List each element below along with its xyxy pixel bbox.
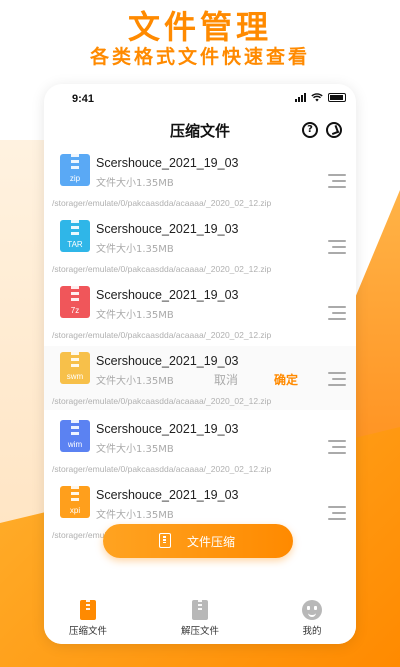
- hero-subtitle: 各类格式文件快速查看: [89, 46, 310, 68]
- status-time: 9:41: [72, 93, 95, 105]
- tab-label: 解压文件: [180, 626, 219, 637]
- battery-icon: [328, 93, 346, 102]
- status-bar: 9:41: [44, 84, 356, 112]
- signal-icon: [295, 93, 306, 102]
- file-size: 文件大小1.35MB: [96, 376, 174, 387]
- file-ext: xpi: [69, 506, 81, 515]
- profile-icon: [302, 600, 322, 620]
- file-size: 文件大小1.35MB: [96, 310, 174, 321]
- file-ext: wim: [67, 440, 83, 449]
- swm-file-icon: swm: [60, 352, 90, 384]
- file-name: Scershouce_2021_19_03: [96, 354, 239, 368]
- help-icon[interactable]: ?: [302, 122, 318, 138]
- menu-icon[interactable]: [328, 372, 346, 386]
- file-ext: 7z: [70, 306, 80, 315]
- file-size: 文件大小1.35MB: [96, 244, 174, 255]
- file-path: /storager/emulate/0/pakcaasdda/acaaaa/_2…: [52, 396, 272, 406]
- wim-file-icon: wim: [60, 420, 90, 452]
- cancel-button[interactable]: 取消: [214, 371, 238, 388]
- compress-file-label: 文件压缩: [187, 535, 236, 549]
- menu-icon[interactable]: [328, 306, 346, 320]
- wifi-icon: [311, 93, 323, 102]
- tab-label: 我的: [302, 626, 322, 637]
- file-name: Scershouce_2021_19_03: [96, 488, 239, 502]
- file-path: /storager/emulate/0/pakcaasdda/acaaaa/_2…: [52, 330, 272, 340]
- file-name: Scershouce_2021_19_03: [96, 156, 239, 170]
- tab-mine[interactable]: 我的: [272, 600, 352, 637]
- file-path: /storager/emulate/0/pakcaasdda/acaaaa/_2…: [52, 264, 272, 274]
- share-icon[interactable]: [326, 122, 342, 138]
- file-path: /storager/emulate/0/pakcaasdda/acaaaa/_2…: [52, 198, 272, 208]
- file-ext: zip: [69, 174, 81, 183]
- zip-icon: [159, 533, 171, 548]
- status-icons: [295, 93, 346, 102]
- compress-file-button[interactable]: 文件压缩: [103, 524, 293, 558]
- list-item[interactable]: 7z Scershouce_2021_19_03 文件大小1.35MB /sto…: [44, 280, 356, 344]
- nav-bar: 压缩文件 ?: [44, 112, 356, 148]
- menu-icon[interactable]: [328, 240, 346, 254]
- file-size: 文件大小1.35MB: [96, 510, 174, 521]
- list-item[interactable]: wim Scershouce_2021_19_03 文件大小1.35MB /st…: [44, 414, 356, 478]
- file-name: Scershouce_2021_19_03: [96, 222, 239, 236]
- confirm-button[interactable]: 确定: [274, 371, 298, 388]
- tab-label: 压缩文件: [68, 626, 107, 637]
- menu-icon[interactable]: [328, 174, 346, 188]
- tar-file-icon: TAR: [60, 220, 90, 252]
- file-size: 文件大小1.35MB: [96, 444, 174, 455]
- list-item[interactable]: zip Scershouce_2021_19_03 文件大小1.35MB /st…: [44, 148, 356, 212]
- menu-icon[interactable]: [328, 506, 346, 520]
- list-item[interactable]: TAR Scershouce_2021_19_03 文件大小1.35MB /st…: [44, 214, 356, 278]
- file-path: /storager/emulate/0/pakcaasdda/acaaaa/_2…: [52, 464, 272, 474]
- bottom-tab-bar: 压缩文件 解压文件 我的: [44, 592, 356, 644]
- file-ext: TAR: [67, 240, 83, 249]
- list-item[interactable]: swm Scershouce_2021_19_03 文件大小1.35MB /st…: [44, 346, 356, 410]
- zip-file-icon: zip: [60, 154, 90, 186]
- file-size: 文件大小1.35MB: [96, 178, 174, 189]
- menu-icon[interactable]: [328, 440, 346, 454]
- tab-extracted-files[interactable]: 解压文件: [160, 600, 240, 637]
- file-ext: swm: [66, 372, 84, 381]
- xpi-file-icon: xpi: [60, 486, 90, 518]
- phone-screen: 9:41 压缩文件 ? zip Scershouce_2021_19_03 文件…: [44, 84, 356, 644]
- extract-tab-icon: [192, 600, 208, 620]
- file-name: Scershouce_2021_19_03: [96, 422, 239, 436]
- compress-tab-icon: [80, 600, 96, 620]
- tab-compressed-files[interactable]: 压缩文件: [48, 600, 128, 637]
- 7z-file-icon: 7z: [60, 286, 90, 318]
- file-name: Scershouce_2021_19_03: [96, 288, 239, 302]
